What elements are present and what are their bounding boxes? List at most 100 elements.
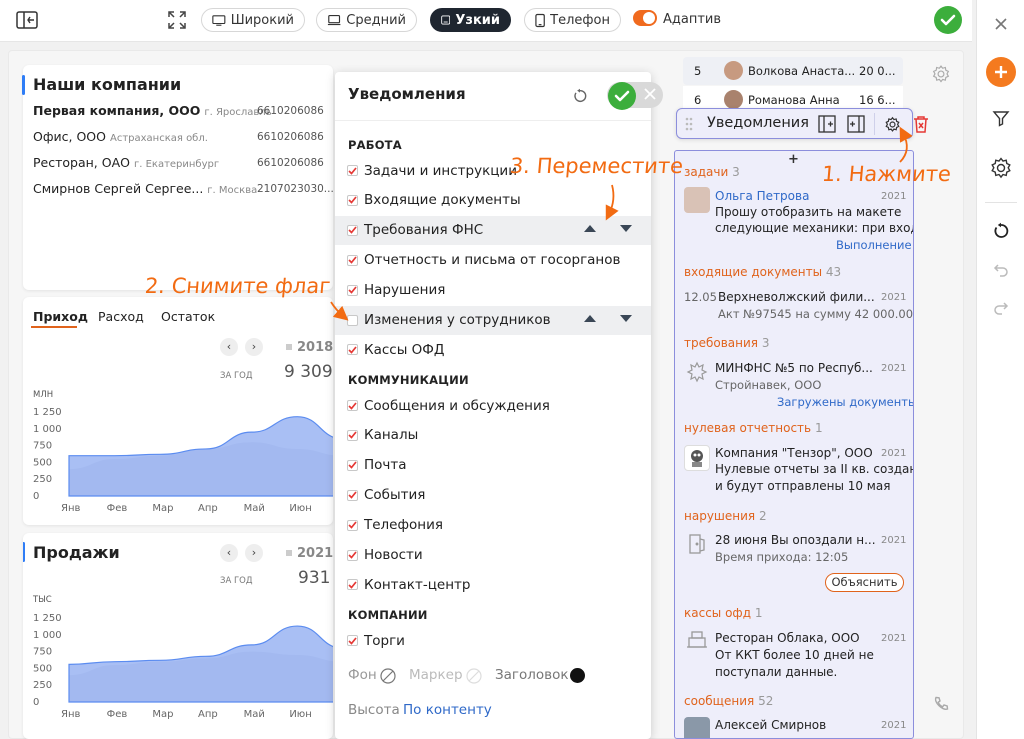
company-city: г. Екатеринбург <box>133 159 220 170</box>
companies-card: Наши компании Первая компания, ООО г. Яр… <box>22 65 334 290</box>
checked-checkbox[interactable] <box>347 254 358 266</box>
checked-checkbox[interactable] <box>347 284 358 296</box>
narrow-layout-button[interactable]: Узкий <box>430 8 511 32</box>
medium-layout-label: Средний <box>346 12 406 28</box>
phone-icon[interactable] <box>933 696 949 712</box>
move-up-arrow[interactable] <box>584 225 596 232</box>
section-messages[interactable]: сообщения 52 <box>684 694 773 708</box>
no-marker-icon[interactable] <box>466 668 482 684</box>
notification-type-row[interactable]: Сообщения и обсуждения <box>335 391 651 420</box>
move-down-arrow[interactable] <box>620 225 632 232</box>
section-tasks[interactable]: задачи 3 <box>684 165 740 179</box>
checked-checkbox[interactable] <box>347 429 358 441</box>
company-row[interactable]: Офис, ООО Астраханская обл. <box>33 129 208 144</box>
notification-type-row[interactable]: Отчетность и письма от госорганов <box>335 246 651 275</box>
checked-checkbox[interactable] <box>347 549 358 561</box>
wide-layout-button[interactable]: Широкий <box>201 8 305 32</box>
widget-gear-icon[interactable] <box>884 116 901 133</box>
sidebar-toggle-icon[interactable] <box>16 11 38 29</box>
section-ofd[interactable]: кассы офд 1 <box>684 606 762 620</box>
y-tick-label: 1 000 <box>33 424 62 435</box>
fullscreen-icon[interactable] <box>167 10 187 30</box>
undo-icon[interactable] <box>989 258 1013 282</box>
delete-widget-icon[interactable] <box>913 115 929 133</box>
no-fill-icon[interactable] <box>380 668 396 684</box>
status-link[interactable]: Загружены документы <box>777 395 913 409</box>
notification-type-row[interactable]: Контакт-центр <box>335 570 651 599</box>
add-row-icon[interactable]: + <box>788 152 799 167</box>
item-text: Время прихода: 12:05 <box>715 550 849 564</box>
apply-button[interactable] <box>934 6 962 34</box>
height-value-link[interactable]: По контенту <box>403 702 492 718</box>
filter-icon[interactable] <box>989 106 1013 130</box>
insert-right-icon[interactable] <box>847 115 865 133</box>
notification-type-row[interactable]: Кассы ОФД <box>335 335 651 364</box>
sender-name[interactable]: Алексей Смирнов <box>715 718 826 732</box>
notification-type-row[interactable]: Каналы <box>335 421 651 450</box>
sender-name[interactable]: МИНФНС №5 по Респуб... <box>715 361 873 375</box>
checked-checkbox[interactable] <box>347 194 358 206</box>
item-text: и будут отправлены 10 мая <box>715 479 891 493</box>
section-zero-reports[interactable]: нулевая отчетность 1 <box>684 421 823 435</box>
adaptive-toggle[interactable] <box>633 10 657 26</box>
item-year: 2021 <box>881 720 907 731</box>
sender-name[interactable]: Ресторан Облака, ООО <box>715 631 860 645</box>
company-row[interactable]: Первая компания, ООО г. Ярославль <box>33 103 272 118</box>
checked-checkbox[interactable] <box>347 519 358 531</box>
medium-layout-button[interactable]: Средний <box>316 8 417 32</box>
close-icon[interactable] <box>989 12 1013 36</box>
gear-icon[interactable] <box>989 156 1013 180</box>
notification-type-row[interactable]: Изменения у сотрудников <box>335 305 651 335</box>
insert-left-icon[interactable] <box>818 115 836 133</box>
checked-checkbox[interactable] <box>347 165 358 176</box>
cancel-icon[interactable] <box>644 88 656 100</box>
explain-button[interactable]: Объяснить <box>825 573 904 592</box>
move-down-arrow[interactable] <box>620 315 632 322</box>
annotation-click: 1. Нажмите <box>820 162 952 186</box>
checked-checkbox[interactable] <box>347 489 358 501</box>
notification-type-row[interactable]: Входящие документы <box>335 186 651 215</box>
redo-icon[interactable] <box>989 296 1013 320</box>
table-row[interactable]: 5 Волкова Анаста... 20 0... <box>683 57 903 85</box>
avatar <box>684 717 710 738</box>
checked-checkbox[interactable] <box>347 579 358 591</box>
notification-type-row[interactable]: Телефония <box>335 511 651 540</box>
notification-type-row[interactable]: Нарушения <box>335 276 651 305</box>
header-color-swatch[interactable] <box>570 668 585 683</box>
sender-name[interactable]: Ольга Петрова <box>715 189 809 203</box>
sender-name[interactable]: 28 июня Вы опоздали н... <box>715 533 876 547</box>
drag-handle-icon[interactable] <box>685 117 693 131</box>
section-incoming-docs[interactable]: входящие документы 43 <box>684 265 841 279</box>
refresh-icon[interactable] <box>572 88 588 104</box>
sender-name[interactable]: Верхневолжский фили... <box>718 290 875 304</box>
checked-checkbox[interactable] <box>347 459 358 471</box>
section-violations[interactable]: нарушения 2 <box>684 509 767 523</box>
company-name: Ресторан, ОАО <box>33 155 130 170</box>
companies-title: Наши компании <box>33 75 182 94</box>
status-link[interactable]: Выполнение <box>836 238 912 252</box>
add-widget-button[interactable] <box>986 57 1016 87</box>
sender-name[interactable]: Компания "Тензор", ООО <box>715 446 873 460</box>
phone-device-icon <box>535 13 545 27</box>
move-up-arrow[interactable] <box>584 315 596 322</box>
checked-checkbox[interactable] <box>347 224 358 236</box>
checked-checkbox[interactable] <box>347 344 358 356</box>
item-year: 2021 <box>881 363 907 374</box>
widget-settings-icon[interactable] <box>931 64 951 84</box>
notification-type-row[interactable]: Новости <box>335 541 651 570</box>
save-settings-button[interactable] <box>608 82 636 110</box>
door-icon <box>688 533 706 555</box>
notification-type-row[interactable]: Торги <box>335 626 651 655</box>
section-fns[interactable]: требования 3 <box>684 336 770 350</box>
unchecked-checkbox[interactable] <box>347 314 358 326</box>
company-row[interactable]: Ресторан, ОАО г. Екатеринбург <box>33 155 219 170</box>
phone-layout-button[interactable]: Телефон <box>524 8 621 32</box>
card-accent <box>22 75 25 95</box>
checked-checkbox[interactable] <box>347 400 358 411</box>
checked-checkbox[interactable] <box>347 635 358 646</box>
notification-type-row[interactable]: Требования ФНС <box>335 215 651 245</box>
notification-type-row[interactable]: Почта <box>335 451 651 480</box>
company-row[interactable]: Смирнов Сергей Сергее... г. Москва <box>33 181 257 196</box>
reset-icon[interactable] <box>989 219 1013 243</box>
notification-type-row[interactable]: События <box>335 481 651 510</box>
